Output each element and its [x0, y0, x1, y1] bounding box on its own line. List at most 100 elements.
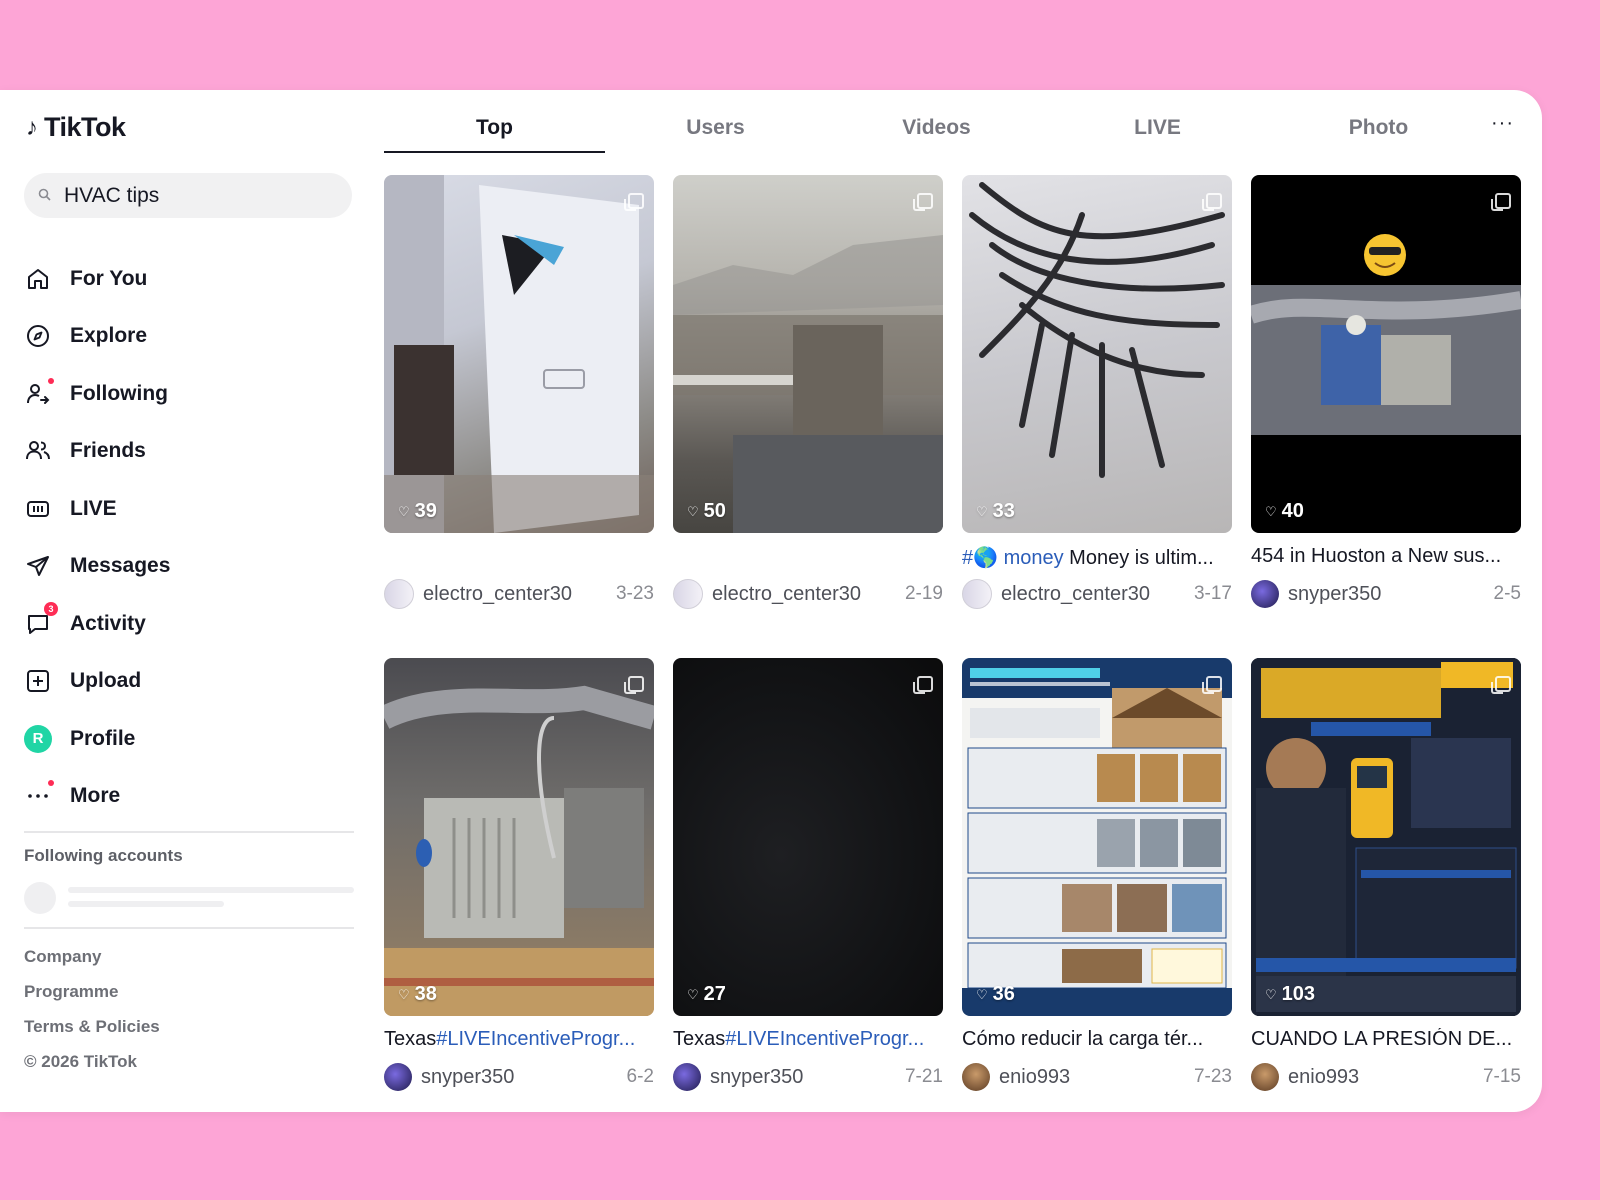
video-thumbnail[interactable]: ♡ 36	[962, 658, 1232, 1016]
caption-hashtag[interactable]: #🌎 money	[962, 547, 1064, 569]
result-card[interactable]: ♡ 33 #🌎 money Money is ultim... electro_…	[962, 175, 1232, 609]
user-avatar[interactable]	[673, 579, 703, 609]
following-icon	[24, 377, 54, 408]
result-card[interactable]: ♡ 36 Cómo reducir la carga tér... enio99…	[962, 658, 1232, 1092]
search-box[interactable]	[24, 173, 352, 218]
tiktok-logo[interactable]: ♪ TikTok	[26, 112, 126, 143]
user-avatar[interactable]	[1251, 1063, 1279, 1091]
like-count: ♡ 38	[398, 983, 437, 1006]
video-thumbnail[interactable]: ♡ 50	[673, 175, 943, 533]
video-thumbnail[interactable]: ♡ 103	[1251, 658, 1521, 1016]
nav-live[interactable]: LIVE	[24, 480, 354, 538]
search-tabs: Top Users Videos LIVE Photo	[384, 100, 1522, 156]
nav-messages[interactable]: Messages	[24, 538, 354, 596]
sidebar: ♪ TikTok For You Explore	[0, 90, 376, 1112]
heart-icon: ♡	[1265, 986, 1277, 1002]
footer-link-terms[interactable]: Terms & Policies	[24, 1009, 160, 1044]
multi-photo-icon	[1491, 193, 1511, 211]
video-thumbnail[interactable]: ♡ 38	[384, 658, 654, 1016]
city-view-illustration	[673, 235, 943, 533]
sidebar-divider	[24, 831, 354, 833]
notification-dot	[48, 780, 54, 787]
video-thumbnail[interactable]: ♡ 40	[1251, 175, 1521, 533]
username[interactable]: snyper350	[710, 1066, 905, 1089]
video-caption[interactable]: Texas#LIVEIncentiveProgr...	[673, 1028, 943, 1054]
video-caption[interactable]: Cómo reducir la carga tér...	[962, 1028, 1232, 1054]
nav-label: Profile	[70, 726, 136, 750]
caption-text: CUANDO LA PRESIÓN DE...	[1251, 1028, 1513, 1050]
footer-link-programme[interactable]: Programme	[24, 974, 160, 1009]
skeleton-line	[68, 901, 224, 907]
like-count: ♡ 103	[1265, 983, 1315, 1006]
profile-avatar: R	[24, 724, 52, 753]
nav-profile[interactable]: R Profile	[24, 710, 354, 768]
nav-upload[interactable]: Upload	[24, 653, 354, 711]
video-caption[interactable]	[384, 545, 654, 571]
video-meta: electro_center30 3-17	[962, 579, 1232, 609]
video-meta: snyper350 2-5	[1251, 579, 1521, 609]
search-input[interactable]	[62, 182, 336, 209]
user-avatar[interactable]	[673, 1063, 701, 1091]
tab-live[interactable]: LIVE	[1047, 100, 1268, 156]
tab-photo[interactable]: Photo	[1268, 100, 1489, 156]
video-caption[interactable]: #🌎 money Money is ultim...	[962, 545, 1232, 571]
like-count-value: 50	[703, 500, 726, 522]
footer-links: Company Programme Terms & Policies © 202…	[24, 939, 160, 1079]
nav-following[interactable]: Following	[24, 365, 354, 423]
user-avatar[interactable]	[384, 579, 414, 609]
sidebar-divider	[24, 927, 354, 929]
username[interactable]: enio993	[999, 1066, 1194, 1089]
caption-hashtag[interactable]: #LIVEIncentiveProgr...	[436, 1028, 635, 1050]
nav-label: Explore	[70, 324, 148, 348]
username[interactable]: snyper350	[421, 1066, 627, 1089]
result-card[interactable]: ♡ 39 electro_center30 3-23	[384, 175, 654, 609]
video-caption[interactable]: 454 in Huoston a New sus...	[1251, 545, 1521, 571]
video-thumbnail[interactable]: ♡ 27	[673, 658, 943, 1016]
video-caption[interactable]	[673, 545, 943, 571]
username[interactable]: electro_center30	[1001, 583, 1194, 606]
live-icon	[24, 495, 52, 523]
tab-top[interactable]: Top	[384, 100, 605, 156]
result-card[interactable]: ♡ 103 CUANDO LA PRESIÓN DE... enio993 7-…	[1251, 658, 1521, 1092]
video-thumbnail[interactable]: ♡ 39	[384, 175, 654, 533]
tabs-more-icon[interactable]: ···	[1491, 112, 1514, 135]
tab-users[interactable]: Users	[605, 100, 826, 156]
user-avatar[interactable]	[384, 1063, 412, 1091]
result-card[interactable]: ♡ 27 Texas#LIVEIncentiveProgr... snyper3…	[673, 658, 943, 1092]
result-card[interactable]: ♡ 38 Texas#LIVEIncentiveProgr... snyper3…	[384, 658, 654, 1092]
like-count: ♡ 33	[976, 500, 1015, 523]
username[interactable]: enio993	[1288, 1066, 1483, 1089]
result-card[interactable]: ♡ 50 electro_center30 2-19	[673, 175, 943, 609]
video-thumbnail[interactable]: ♡ 33	[962, 175, 1232, 533]
nav-for-you[interactable]: For You	[24, 250, 354, 308]
video-caption[interactable]: CUANDO LA PRESIÓN DE...	[1251, 1028, 1521, 1054]
tab-videos[interactable]: Videos	[826, 100, 1047, 156]
like-count: ♡ 40	[1265, 500, 1304, 523]
footer-link-company[interactable]: Company	[24, 939, 160, 974]
nav-more[interactable]: More	[24, 768, 354, 826]
video-meta: enio993 7-23	[962, 1062, 1232, 1092]
user-avatar[interactable]	[962, 579, 992, 609]
username[interactable]: electro_center30	[712, 583, 905, 606]
username[interactable]: snyper350	[1288, 583, 1494, 606]
username[interactable]: electro_center30	[423, 583, 616, 606]
result-card[interactable]: ♡ 40 454 in Huoston a New sus... snyper3…	[1251, 175, 1521, 609]
video-meta: electro_center30 3-23	[384, 579, 654, 609]
nav-friends[interactable]: Friends	[24, 423, 354, 481]
user-avatar[interactable]	[962, 1063, 990, 1091]
video-caption[interactable]: Texas#LIVEIncentiveProgr...	[384, 1028, 654, 1054]
post-date: 2-19	[904, 583, 943, 604]
like-count: ♡ 50	[687, 500, 726, 523]
heart-icon: ♡	[976, 503, 988, 519]
caption-hashtag[interactable]: #LIVEIncentiveProgr...	[725, 1028, 924, 1050]
video-meta: snyper350 6-2	[384, 1062, 654, 1092]
nav-label: Upload	[70, 669, 142, 693]
nav-activity[interactable]: 3 Activity	[24, 595, 354, 653]
user-avatar[interactable]	[1251, 580, 1279, 608]
attic-unit-illustration	[1251, 234, 1521, 435]
tiktok-note-icon: ♪	[26, 113, 38, 141]
multi-photo-icon	[624, 193, 644, 211]
nav-explore[interactable]: Explore	[24, 308, 354, 366]
like-count-value: 40	[1281, 500, 1304, 522]
post-date: 6-2	[626, 1066, 654, 1087]
